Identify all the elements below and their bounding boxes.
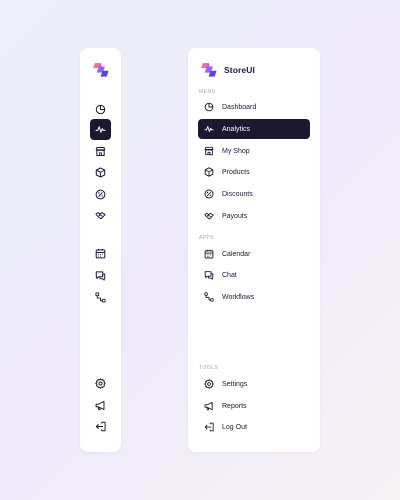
rail-logout-button[interactable]: [90, 416, 111, 437]
sidebar-item-payouts[interactable]: Payouts: [198, 206, 310, 226]
sidebar-item-discounts[interactable]: Discounts: [198, 184, 310, 204]
activity-icon: [95, 124, 106, 135]
discount-icon: [204, 189, 214, 199]
expanded-sidebar: StoreUI MENU Dashboard Analytics My Shop…: [188, 48, 320, 452]
section-label-apps: APPS: [199, 235, 215, 241]
gear-icon: [95, 378, 106, 389]
store-icon: [204, 146, 214, 156]
rail-products-button[interactable]: [90, 162, 111, 183]
handshake-icon: [204, 211, 214, 221]
sidebar-item-label: Payouts: [222, 212, 248, 220]
sidebar-item-label: Dashboard: [222, 103, 257, 111]
sidebar-item-label: Workflows: [222, 293, 255, 301]
chat-icon: [204, 270, 214, 280]
sidebar-item-products[interactable]: Products: [198, 162, 310, 182]
rail-payouts-button[interactable]: [90, 205, 111, 226]
storeui-logo-icon: [92, 62, 110, 78]
workflow-icon: [204, 292, 214, 302]
sidebar-item-label: My Shop: [222, 147, 250, 155]
box-icon: [204, 167, 214, 177]
calendar-icon: [204, 249, 214, 259]
handshake-icon: [95, 210, 106, 221]
calendar-icon: [95, 248, 106, 259]
sidebar-item-my-shop[interactable]: My Shop: [198, 141, 310, 161]
discount-icon: [95, 189, 106, 200]
logout-icon: [95, 421, 106, 432]
logout-icon: [204, 422, 214, 432]
sidebar-item-chat[interactable]: Chat: [198, 265, 310, 285]
brand-name: StoreUI: [224, 65, 255, 75]
sidebar-item-label: Discounts: [222, 190, 253, 198]
sidebar-item-label: Settings: [222, 380, 248, 388]
sidebar-item-label: Chat: [222, 271, 237, 279]
sidebar-item-analytics[interactable]: Analytics: [198, 119, 310, 139]
sidebar-item-calendar[interactable]: Calendar: [198, 244, 310, 264]
section-label-menu: MENU: [199, 89, 216, 95]
megaphone-icon: [204, 401, 214, 411]
rail-settings-button[interactable]: [90, 373, 111, 394]
pie-chart-icon: [204, 102, 214, 112]
pie-chart-icon: [95, 104, 106, 115]
sidebar-item-settings[interactable]: Settings: [198, 374, 310, 394]
rail-reports-button[interactable]: [90, 395, 111, 416]
megaphone-icon: [95, 400, 106, 411]
rail-calendar-button[interactable]: [90, 243, 111, 264]
box-icon: [95, 167, 106, 178]
workflow-icon: [95, 292, 106, 303]
rail-dashboard-button[interactable]: [90, 99, 111, 120]
rail-analytics-button[interactable]: [90, 119, 111, 140]
rail-workflows-button[interactable]: [90, 287, 111, 308]
gear-icon: [204, 379, 214, 389]
activity-icon: [204, 124, 214, 134]
store-icon: [95, 146, 106, 157]
sidebar-item-label: Products: [222, 168, 250, 176]
brand: StoreUI: [200, 62, 255, 78]
storeui-logo-icon: [200, 62, 218, 78]
sidebar-item-dashboard[interactable]: Dashboard: [198, 97, 310, 117]
sidebar-item-label: Calendar: [222, 250, 251, 258]
section-label-tools: TOOLS: [199, 365, 219, 371]
sidebar-item-label: Log Out: [222, 423, 247, 431]
chat-icon: [95, 270, 106, 281]
rail-chat-button[interactable]: [90, 265, 111, 286]
sidebar-item-logout[interactable]: Log Out: [198, 417, 310, 437]
rail-my-shop-button[interactable]: [90, 141, 111, 162]
rail-discounts-button[interactable]: [90, 184, 111, 205]
sidebar-item-workflows[interactable]: Workflows: [198, 287, 310, 307]
collapsed-sidebar: [80, 48, 121, 452]
sidebar-item-reports[interactable]: Reports: [198, 396, 310, 416]
sidebar-item-label: Reports: [222, 402, 247, 410]
sidebar-item-label: Analytics: [222, 125, 251, 133]
